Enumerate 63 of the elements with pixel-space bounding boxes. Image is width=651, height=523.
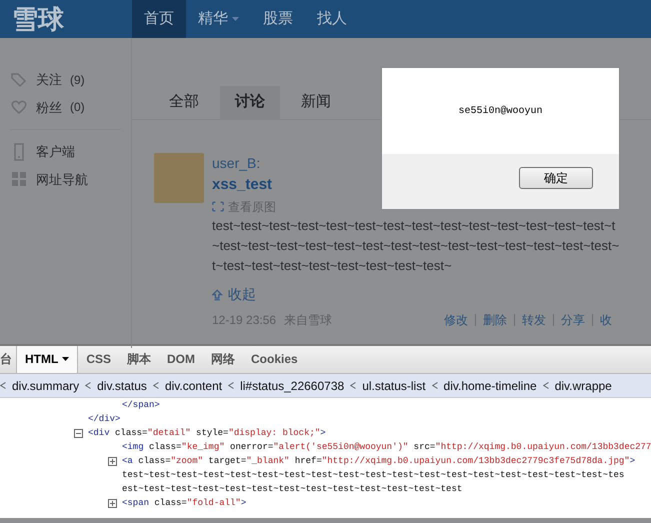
breadcrumb-item[interactable]: div.status — [97, 376, 147, 394]
code-line: <a class="zoom" target="_blank" href="http://xqimg.b0.upaiyun.com/13bb3dec2779c3fe75d78da.jpg"> — [122, 455, 636, 468]
breadcrumb-item[interactable]: div.content — [164, 376, 222, 394]
breadcrumb-item[interactable]: ul.status-list — [362, 376, 426, 394]
code-line: </div> — [88, 413, 120, 426]
breadcrumb-item[interactable]: div.wrappe — [554, 376, 612, 394]
caret-icon — [62, 357, 70, 361]
action-link[interactable]: 转发 — [514, 314, 554, 326]
code-line: <span class="fold-all"> — [122, 497, 246, 510]
devtools-tab[interactable]: 台 — [0, 345, 16, 373]
post-text: test~test~test~test~test~test~test~test~test~test~test~test~test~test~t — [212, 217, 616, 235]
collapse-icon[interactable] — [74, 428, 83, 438]
action-link[interactable]: 删除 — [475, 314, 514, 326]
logo[interactable]: 雪球 — [0, 0, 132, 38]
sidebar-item[interactable]: 网址导航 — [0, 166, 131, 193]
code-line: test~test~test~test~test~test~test~test~test~test~test~test~test~test~test~test~test~test~tes — [122, 469, 624, 482]
caret-icon — [232, 17, 239, 21]
action-link[interactable]: 修改 — [437, 314, 476, 326]
code-line: <img class="ke_img" onerror="alert('se55i0n@wooyun')" src="http://xqimg.b0.upaiyun.com/13bb3dec277 — [122, 441, 651, 454]
code-line: <div class="detail" style="display: block;"> — [88, 427, 326, 440]
nav-link[interactable]: 股票 — [251, 0, 305, 38]
separator-icon — [152, 382, 159, 389]
collapse-link[interactable]: 收起 — [212, 284, 620, 305]
sidebar-item[interactable]: 粉丝 (0) — [0, 94, 131, 121]
action-link[interactable]: 收 — [592, 314, 620, 326]
devtools-tab[interactable]: 网络 — [203, 345, 244, 373]
photo-placeholder — [154, 152, 204, 202]
up-arrow-icon — [212, 288, 224, 300]
separator-icon — [432, 382, 438, 389]
expand-icon[interactable] — [108, 456, 117, 466]
devtools-tab[interactable]: DOM — [159, 345, 204, 373]
tab[interactable]: 全部 — [154, 86, 214, 118]
frame-icon — [212, 201, 224, 213]
separator-icon — [85, 382, 92, 389]
devtools-tab[interactable]: Cookies — [243, 345, 306, 373]
separator-icon — [350, 382, 356, 389]
separator-icon — [542, 382, 549, 389]
heart-icon — [10, 98, 28, 116]
post-text: t~test~test~test~test~test~test~test~test~ — [212, 257, 453, 275]
nav-link[interactable]: 精华 — [186, 0, 251, 38]
sidebar-item[interactable]: 关注 (9) — [0, 66, 131, 94]
tab[interactable]: 新闻 — [286, 86, 346, 118]
expand-icon[interactable] — [108, 498, 117, 508]
separator-icon — [228, 382, 234, 389]
separator-icon — [0, 382, 6, 389]
sidebar-item[interactable]: 客户端 — [0, 138, 131, 166]
ok-button[interactable]: 确定 — [519, 167, 593, 189]
code-line: </span> — [122, 399, 160, 412]
devtools-tab[interactable]: CSS — [78, 345, 120, 373]
breadcrumb-item[interactable]: li#status_22660738 — [240, 376, 344, 394]
post-text: ~test~test~test~test~test~test~test~test~test~test~test~test~test~test~ — [212, 237, 620, 255]
breadcrumb-item[interactable]: div.home-timeline — [444, 376, 537, 394]
devtools-tab[interactable]: HTML — [16, 344, 78, 373]
code-line: est~test~test~test~test~test~test~test~test~test~test~test~test — [122, 483, 462, 496]
tab[interactable]: 讨论 — [220, 86, 280, 118]
nav-link[interactable]: 首页 — [132, 0, 186, 38]
devtools-tab[interactable]: 脚本 — [119, 345, 160, 373]
action-link[interactable]: 分享 — [553, 314, 592, 326]
nav-link[interactable]: 找人 — [305, 0, 359, 38]
tag-icon — [10, 70, 28, 89]
grid-icon — [10, 170, 28, 188]
breadcrumb-item[interactable]: div.summary — [12, 376, 80, 394]
alert-message: se55i0n@wooyun — [382, 68, 619, 154]
